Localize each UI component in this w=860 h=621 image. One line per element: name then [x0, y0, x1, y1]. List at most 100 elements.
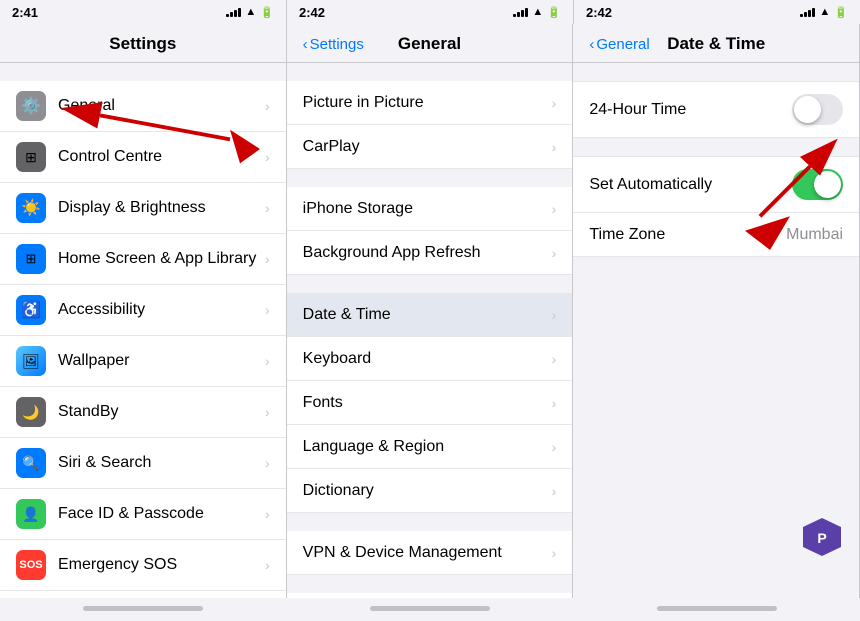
storage-chevron: › — [552, 201, 557, 217]
general-item-legal[interactable]: Legal & Regulatory › — [287, 593, 573, 598]
twenty-four-hour-row: 24-Hour Time — [573, 81, 859, 138]
set-auto-knob — [814, 171, 841, 198]
faceid-label: Face ID & Passcode — [58, 505, 265, 523]
control-label: Control Centre — [58, 148, 265, 166]
datetime-chevron: › — [552, 307, 557, 323]
battery-icon-3: 🔋 — [834, 6, 848, 19]
datetime-label: Date & Time — [303, 306, 552, 324]
general-chevron: › — [265, 98, 270, 114]
bgrefresh-chevron: › — [552, 245, 557, 261]
general-item-carplay[interactable]: CarPlay › — [287, 125, 573, 169]
standby-chevron: › — [265, 404, 270, 420]
accessibility-icon: ♿ — [16, 295, 46, 325]
vpn-chevron: › — [552, 545, 557, 561]
twentyfour-toggle[interactable] — [792, 94, 843, 125]
battery-icon-2: 🔋 — [547, 6, 561, 19]
accessibility-chevron: › — [265, 302, 270, 318]
sos-chevron: › — [265, 557, 270, 573]
carplay-chevron: › — [552, 139, 557, 155]
settings-item-control[interactable]: ⊞ Control Centre › — [0, 132, 286, 183]
general-back-label: Settings — [310, 36, 364, 53]
wifi-icon-1: ▲ — [245, 6, 256, 18]
wifi-icon-2: ▲ — [532, 6, 543, 18]
fonts-chevron: › — [552, 395, 557, 411]
standby-icon: 🌙 — [16, 397, 46, 427]
fonts-label: Fonts — [303, 394, 552, 412]
siri-label: Siri & Search — [58, 454, 265, 472]
language-label: Language & Region — [303, 438, 552, 456]
datetime-back-button[interactable]: ‹ General — [589, 36, 649, 53]
status-icons-3: ▲ 🔋 — [800, 6, 848, 19]
keyboard-chevron: › — [552, 351, 557, 367]
storage-label: iPhone Storage — [303, 200, 552, 218]
svg-text:P: P — [817, 530, 826, 546]
keyboard-label: Keyboard — [303, 350, 552, 368]
settings-item-exposure[interactable]: 📡 Exposure Notifications › — [0, 591, 286, 598]
set-auto-toggle[interactable] — [792, 169, 843, 200]
settings-header: Settings — [0, 24, 286, 63]
general-item-language[interactable]: Language & Region › — [287, 425, 573, 469]
status-icons-1: ▲ 🔋 — [226, 6, 274, 19]
settings-item-siri[interactable]: 🔍 Siri & Search › — [0, 438, 286, 489]
dictionary-chevron: › — [552, 483, 557, 499]
settings-item-accessibility[interactable]: ♿ Accessibility › — [0, 285, 286, 336]
general-item-fonts[interactable]: Fonts › — [287, 381, 573, 425]
general-item-bgrefresh[interactable]: Background App Refresh › — [287, 231, 573, 275]
settings-item-faceid[interactable]: 👤 Face ID & Passcode › — [0, 489, 286, 540]
datetime-panel: ‹ General Date & Time 24-Hour Time Set A… — [573, 24, 860, 598]
status-icons-2: ▲ 🔋 — [513, 6, 561, 19]
home-indicators — [0, 598, 860, 621]
pocketnow-logo: P — [801, 516, 843, 558]
vpn-label: VPN & Device Management — [303, 544, 552, 562]
panels-wrapper: Settings ⚙️ General › ⊞ Control Centre › — [0, 24, 860, 598]
pocketnow-badge: P — [801, 516, 843, 558]
datetime-panel-title: Date & Time — [667, 34, 765, 54]
general-back-button[interactable]: ‹ Settings — [303, 36, 364, 53]
general-panel: ‹ Settings General Picture in Picture › … — [287, 24, 574, 598]
signal-icon-1 — [226, 8, 241, 17]
signal-icon-2 — [513, 8, 528, 17]
dictionary-label: Dictionary — [303, 482, 552, 500]
general-item-keyboard[interactable]: Keyboard › — [287, 337, 573, 381]
general-item-storage[interactable]: iPhone Storage › — [287, 187, 573, 231]
general-item-dictionary[interactable]: Dictionary › — [287, 469, 573, 513]
wallpaper-label: Wallpaper — [58, 352, 265, 370]
bgrefresh-label: Background App Refresh — [303, 244, 552, 262]
set-auto-label: Set Automatically — [589, 176, 792, 194]
twentyfour-knob — [794, 96, 821, 123]
twentyfour-label: 24-Hour Time — [589, 101, 792, 119]
display-chevron: › — [265, 200, 270, 216]
general-panel-title: General — [398, 34, 461, 54]
wifi-icon-3: ▲ — [819, 6, 830, 18]
general-label: General — [58, 97, 265, 115]
standby-label: StandBy — [58, 403, 265, 421]
settings-item-homescreen[interactable]: ⊞ Home Screen & App Library › — [0, 234, 286, 285]
sos-icon: SOS — [16, 550, 46, 580]
sos-label: Emergency SOS — [58, 556, 265, 574]
time-3: 2:42 — [586, 5, 612, 20]
settings-item-wallpaper[interactable]: 🖼 Wallpaper › — [0, 336, 286, 387]
wallpaper-chevron: › — [265, 353, 270, 369]
control-chevron: › — [265, 149, 270, 165]
control-icon: ⊞ — [16, 142, 46, 172]
general-item-datetime[interactable]: Date & Time › — [287, 293, 573, 337]
settings-item-display[interactable]: ☀️ Display & Brightness › — [0, 183, 286, 234]
settings-item-general[interactable]: ⚙️ General › — [0, 81, 286, 132]
settings-item-standby[interactable]: 🌙 StandBy › — [0, 387, 286, 438]
status-bar-1: 2:41 ▲ 🔋 — [0, 0, 287, 24]
siri-icon: 🔍 — [16, 448, 46, 478]
general-item-pip[interactable]: Picture in Picture › — [287, 81, 573, 125]
timezone-label: Time Zone — [589, 226, 786, 244]
time-1: 2:41 — [12, 5, 38, 20]
faceid-icon: 👤 — [16, 499, 46, 529]
status-bars: 2:41 ▲ 🔋 2:42 — [0, 0, 860, 24]
settings-list[interactable]: ⚙️ General › ⊞ Control Centre › ☀️ Displ… — [0, 63, 286, 598]
siri-chevron: › — [265, 455, 270, 471]
general-item-vpn[interactable]: VPN & Device Management › — [287, 531, 573, 575]
settings-item-sos[interactable]: SOS Emergency SOS › — [0, 540, 286, 591]
general-list[interactable]: Picture in Picture › CarPlay › iPhone St… — [287, 63, 573, 598]
wallpaper-icon: 🖼 — [16, 346, 46, 376]
carplay-label: CarPlay — [303, 138, 552, 156]
settings-panel: Settings ⚙️ General › ⊞ Control Centre › — [0, 24, 287, 598]
homescreen-chevron: › — [265, 251, 270, 267]
